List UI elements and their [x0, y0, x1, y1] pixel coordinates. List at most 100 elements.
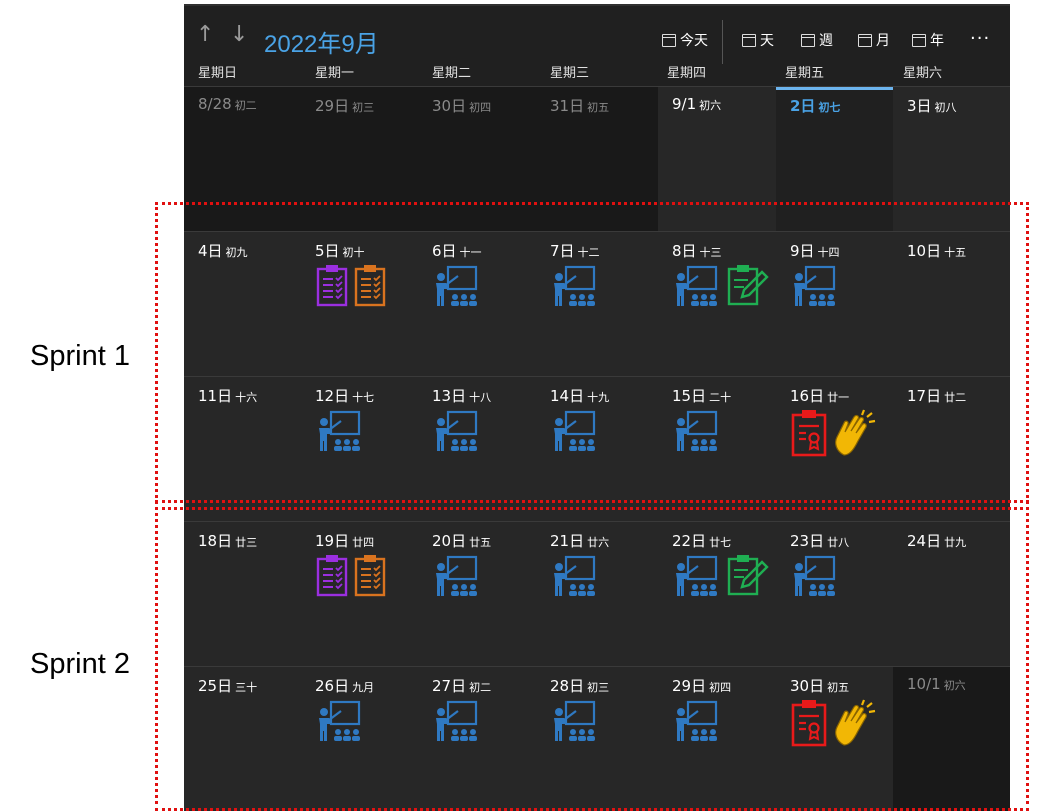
day-cell[interactable]: 29日 初四 — [658, 667, 776, 811]
day-number: 18日 廿三 — [198, 530, 257, 551]
lunar-date: 初八 — [934, 101, 957, 114]
day-number: 12日 十七 — [315, 385, 374, 406]
day-date: 25日 — [198, 677, 233, 695]
event-icons — [536, 409, 653, 459]
day-cell[interactable]: 27日 初二 — [418, 667, 536, 811]
event-icons — [536, 264, 653, 314]
month-view-icon — [858, 33, 872, 47]
lunar-date: 廿八 — [827, 536, 850, 549]
day-cell[interactable]: 4日 初九 — [184, 232, 301, 377]
day-number: 20日 廿五 — [432, 530, 491, 551]
day-date: 8日 — [672, 242, 697, 260]
day-cell[interactable]: 20日 廿五 — [418, 522, 536, 667]
day-cell[interactable]: 8日 十三 — [658, 232, 776, 377]
lunar-date: 十六 — [235, 391, 258, 404]
day-date: 9/1 — [672, 95, 697, 113]
day-cell[interactable]: 9/1 初六 — [658, 87, 776, 232]
lunar-date: 三十 — [235, 681, 258, 694]
lunar-date: 初七 — [818, 101, 841, 114]
event-icons — [301, 264, 418, 314]
day-number: 10日 十五 — [907, 240, 966, 261]
lunar-date: 初六 — [699, 99, 722, 112]
day-cell[interactable]: 26日 九月 — [301, 667, 418, 811]
day-date: 19日 — [315, 532, 350, 550]
month-view-button[interactable]: 月 — [858, 30, 890, 50]
week-view-icon — [801, 33, 815, 47]
event-icons — [301, 409, 418, 459]
day-cell[interactable]: 10/1 初六 — [893, 667, 1010, 811]
day-cell[interactable]: 12日 十七 — [301, 377, 418, 522]
day-cell[interactable]: 21日 廿六 — [536, 522, 658, 667]
day-number: 23日 廿八 — [790, 530, 849, 551]
sprint-1-label: Sprint 1 — [30, 340, 130, 372]
week-view-button[interactable]: 週 — [801, 30, 833, 50]
day-cell[interactable]: 13日 十八 — [418, 377, 536, 522]
month-title[interactable]: 2022年9月 — [264, 24, 379, 59]
day-cell[interactable]: 18日 廿三 — [184, 522, 301, 667]
day-number: 22日 廿七 — [672, 530, 731, 551]
day-number: 28日 初三 — [550, 675, 609, 696]
arrow-up-icon[interactable]: ↑ — [196, 22, 214, 47]
day-cell[interactable]: 5日 初十 — [301, 232, 418, 377]
day-number: 13日 十八 — [432, 385, 491, 406]
lunar-date: 十八 — [469, 391, 492, 404]
day-date: 14日 — [550, 387, 585, 405]
day-cell[interactable]: 24日 廿九 — [893, 522, 1010, 667]
day-cell[interactable]: 8/28 初二 — [184, 87, 301, 232]
arrow-down-icon[interactable]: ↓ — [230, 22, 248, 47]
day-number: 9/1 初六 — [672, 95, 721, 113]
day-cell[interactable]: 25日 三十 — [184, 667, 301, 811]
lunar-date: 初四 — [469, 101, 492, 114]
lunar-date: 廿六 — [587, 536, 610, 549]
day-date: 16日 — [790, 387, 825, 405]
day-cell[interactable]: 22日 廿七 — [658, 522, 776, 667]
day-number: 29日 初三 — [315, 95, 374, 116]
day-cell[interactable]: 23日 廿八 — [776, 522, 893, 667]
day-date: 8/28 — [198, 95, 232, 113]
day-cell[interactable]: 14日 十九 — [536, 377, 658, 522]
day-date: 21日 — [550, 532, 585, 550]
day-cell[interactable]: 29日 初三 — [301, 87, 418, 232]
day-cell[interactable]: 6日 十一 — [418, 232, 536, 377]
day-cell[interactable]: 15日 二十 — [658, 377, 776, 522]
day-cell[interactable]: 17日 廿二 — [893, 377, 1010, 522]
weekday-sat: 星期六 — [903, 66, 943, 81]
weekday-mon: 星期一 — [315, 66, 355, 81]
week-row: 18日 廿三 19日 廿四 20日 廿五 21日 廿六 22日 廿七 23日 廿… — [184, 521, 1010, 667]
day-cell[interactable]: 7日 十二 — [536, 232, 658, 377]
day-cell[interactable]: 10日 十五 — [893, 232, 1010, 377]
event-icons — [418, 409, 535, 459]
today-button[interactable]: 今天 — [662, 30, 708, 50]
lunar-date: 初六 — [943, 679, 966, 692]
day-cell[interactable]: 30日 初四 — [418, 87, 536, 232]
year-view-button[interactable]: 年 — [912, 30, 944, 50]
toolbar-divider — [722, 20, 723, 64]
day-cell[interactable]: 2日 初七 — [776, 87, 893, 232]
more-options-button[interactable]: ··· — [970, 28, 990, 49]
day-cell[interactable]: 3日 初八 — [893, 87, 1010, 232]
lunar-date: 十三 — [699, 246, 722, 259]
event-icons — [658, 264, 775, 314]
day-date: 4日 — [198, 242, 223, 260]
day-cell[interactable]: 28日 初三 — [536, 667, 658, 811]
day-number: 16日 廿一 — [790, 385, 849, 406]
day-date: 6日 — [432, 242, 457, 260]
day-date: 13日 — [432, 387, 467, 405]
day-cell[interactable]: 19日 廿四 — [301, 522, 418, 667]
event-icons — [418, 554, 535, 604]
day-cell[interactable]: 9日 十四 — [776, 232, 893, 377]
day-number: 31日 初五 — [550, 95, 609, 116]
lunar-date: 廿七 — [709, 536, 732, 549]
day-view-button[interactable]: 天 — [742, 30, 774, 50]
event-icons — [658, 699, 775, 749]
day-date: 31日 — [550, 97, 585, 115]
day-cell[interactable]: 11日 十六 — [184, 377, 301, 522]
day-cell[interactable]: 16日 廿一 — [776, 377, 893, 522]
day-date: 5日 — [315, 242, 340, 260]
day-cell[interactable]: 31日 初五 — [536, 87, 658, 232]
event-icons — [301, 554, 418, 604]
day-date: 24日 — [907, 532, 942, 550]
day-number: 9日 十四 — [790, 240, 840, 261]
lunar-date: 初三 — [352, 101, 375, 114]
day-cell[interactable]: 30日 初五 — [776, 667, 893, 811]
